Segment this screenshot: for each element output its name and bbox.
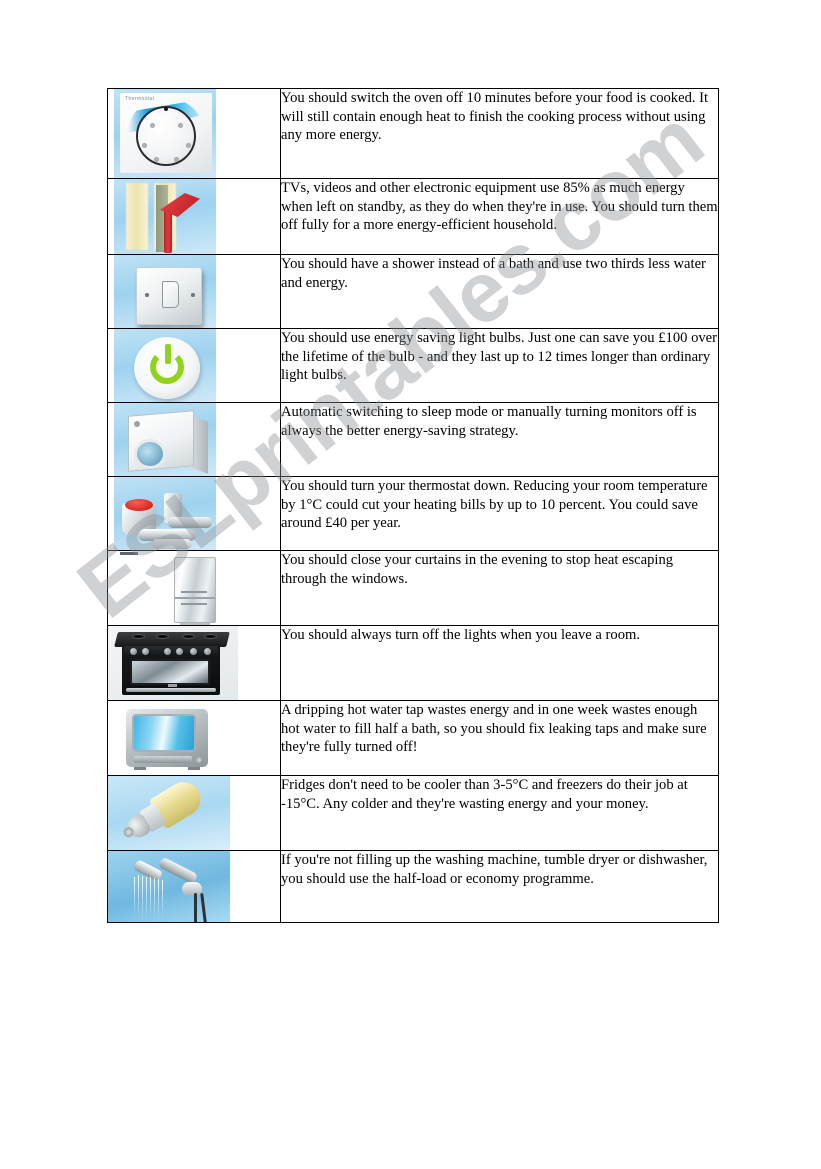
table-row: You should turn your thermostat down. Re… — [107, 476, 719, 551]
tip-cell: You should close your curtains in the ev… — [280, 550, 719, 626]
tip-cell: You should always turn off the lights wh… — [280, 625, 719, 701]
picture-cell — [107, 775, 281, 851]
table-row: You should have a shower instead of a ba… — [107, 254, 719, 329]
shower-head-icon — [108, 851, 280, 922]
tip-cell: TVs, videos and other electronic equipme… — [280, 178, 719, 255]
television-icon — [108, 701, 280, 775]
picture-cell: Thermostat — [107, 88, 281, 179]
picture-cell — [107, 178, 281, 255]
power-button-icon — [109, 329, 280, 402]
tip-cell: A dripping hot water tap wastes energy a… — [280, 700, 719, 776]
picture-cell — [107, 850, 281, 923]
table-row: Automatic switching to sleep mode or man… — [107, 402, 719, 477]
table-row: You should use energy saving light bulbs… — [107, 328, 719, 403]
oven-icon — [108, 626, 280, 700]
tap-icon — [109, 477, 280, 550]
table-row: Fridges don't need to be cooler than 3-5… — [107, 775, 719, 851]
picture-cell — [107, 328, 281, 403]
light-bulb-icon — [108, 776, 280, 850]
table-row: A dripping hot water tap wastes energy a… — [107, 700, 719, 776]
fridge-freezer-icon — [108, 551, 280, 625]
curtains-icon — [109, 179, 280, 254]
tip-cell: You should have a shower instead of a ba… — [280, 254, 719, 329]
picture-cell — [107, 550, 281, 626]
picture-cell — [107, 402, 281, 477]
picture-cell — [107, 254, 281, 329]
table-row: TVs, videos and other electronic equipme… — [107, 178, 719, 255]
picture-cell — [107, 476, 281, 551]
tip-cell: You should switch the oven off 10 minute… — [280, 88, 719, 179]
worksheet-table: Thermostat You should switch the oven of… — [107, 88, 719, 923]
tip-cell: Fridges don't need to be cooler than 3-5… — [280, 775, 719, 851]
picture-cell — [107, 700, 281, 776]
thermostat-dial-icon: Thermostat — [109, 89, 280, 178]
picture-cell — [107, 625, 281, 701]
tip-cell: If you're not filling up the washing mac… — [280, 850, 719, 923]
table-row: Thermostat You should switch the oven of… — [107, 88, 719, 179]
tip-cell: You should use energy saving light bulbs… — [280, 328, 719, 403]
tumble-dryer-icon — [109, 403, 280, 476]
tip-cell: Automatic switching to sleep mode or man… — [280, 402, 719, 477]
light-switch-icon — [109, 255, 280, 328]
table-row: You should close your curtains in the ev… — [107, 550, 719, 626]
table-row: You should always turn off the lights wh… — [107, 625, 719, 701]
tip-cell: You should turn your thermostat down. Re… — [280, 476, 719, 551]
table-row: If you're not filling up the washing mac… — [107, 850, 719, 923]
